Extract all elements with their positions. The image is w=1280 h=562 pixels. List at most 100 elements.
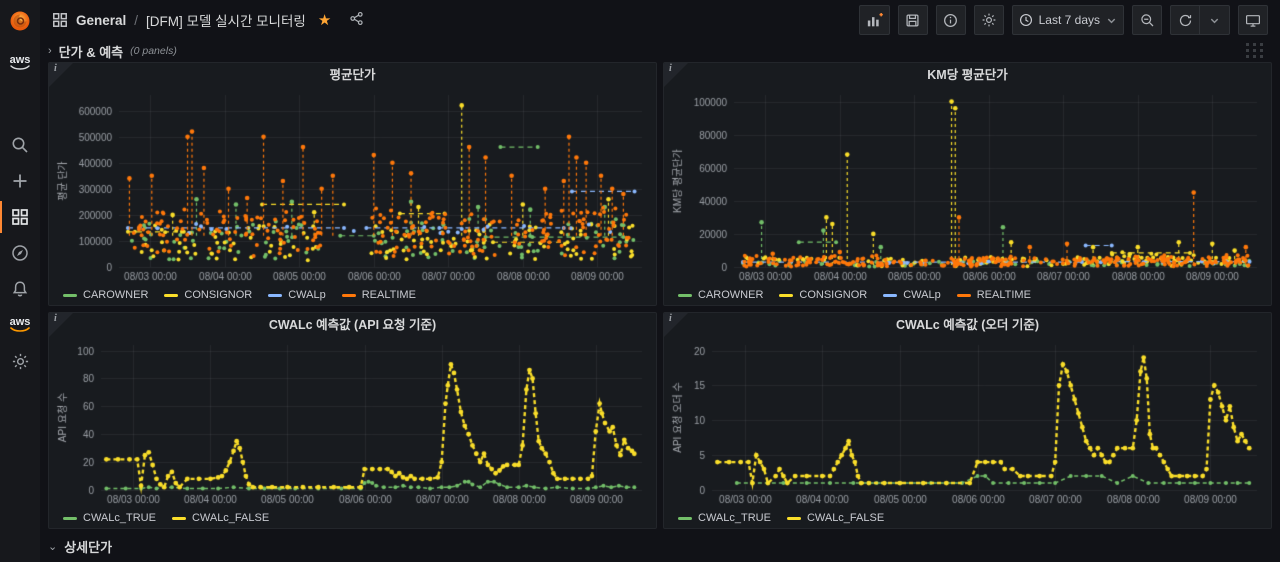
panel-title[interactable]: CWALc 예측값 (오더 기준) — [664, 313, 1271, 337]
chevron-down-icon — [1210, 18, 1219, 23]
monitor-icon — [1246, 14, 1260, 27]
sidebar-item-alerting[interactable] — [0, 272, 40, 306]
legend-swatch — [63, 293, 77, 297]
save-dashboard-button[interactable] — [897, 5, 928, 35]
add-panel-button[interactable] — [858, 5, 890, 35]
legend-item[interactable]: REALTIME — [341, 289, 416, 301]
legend-item[interactable]: CWALc_FALSE — [786, 512, 885, 524]
gear-icon — [982, 13, 996, 27]
legend-item[interactable]: CWALp — [268, 289, 326, 301]
refresh-dashboard-button[interactable] — [1170, 5, 1200, 35]
panel-legend: CWALc_TRUE CWALc_FALSE — [49, 508, 656, 528]
dashboard-grid-icon — [53, 13, 67, 27]
timeseries-plot[interactable] — [55, 87, 652, 285]
row-collapse-chevron: › — [48, 45, 52, 57]
legend-label: CWALp — [288, 289, 326, 301]
panel-avg-price-per-km: i KM당 평균단가 CAROWNER CONSIGNOR CWALp REALTIM… — [663, 62, 1272, 306]
panel-legend: CWALc_TRUE CWALc_FALSE — [664, 508, 1271, 528]
legend-label: CAROWNER — [698, 289, 764, 301]
row-header-top[interactable]: › 단가 & 예측 (0 panels) — [48, 40, 1272, 62]
legend-item[interactable]: CAROWNER — [678, 289, 763, 301]
legend-label: CWALc_FALSE — [806, 512, 885, 524]
legend-swatch — [341, 293, 356, 297]
breadcrumb-separator: / — [134, 12, 139, 28]
row-drag-handle[interactable] — [1246, 43, 1264, 58]
sidebar-item-configuration[interactable] — [0, 344, 40, 378]
legend-item[interactable]: CWALp — [883, 289, 941, 301]
zoom-out-time-button[interactable] — [1132, 5, 1162, 35]
breadcrumb-folder[interactable]: General — [76, 13, 126, 28]
sidebar-item-aws-bottom[interactable]: aws — [0, 308, 40, 342]
chevron-down-icon — [1107, 18, 1116, 23]
panel-info-corner[interactable]: i — [664, 63, 688, 87]
bell-icon — [12, 281, 28, 297]
legend-label: CWALc_TRUE — [83, 512, 156, 524]
star-icon[interactable]: ★ — [318, 11, 331, 29]
sidebar-item-create[interactable] — [0, 164, 40, 198]
sidebar-item-explore[interactable] — [0, 236, 40, 270]
panel-avg-price: i 평균단가 CAROWNER CONSIGNOR CWALp REALTIME — [48, 62, 657, 306]
row-title: 단가 & 예측 — [58, 44, 124, 60]
breadcrumb-dashboard-title[interactable]: [DFM] 모델 실시간 모니터링 — [146, 10, 306, 30]
panel-row-1: i 평균단가 CAROWNER CONSIGNOR CWALp REALTIME i … — [48, 62, 1272, 306]
legend-item[interactable]: CWALc_FALSE — [171, 512, 269, 524]
panel-title[interactable]: CWALc 예측값 (API 요청 기준) — [49, 313, 656, 337]
refresh-button-group — [1170, 5, 1230, 35]
panel-title[interactable]: 평균단가 — [49, 63, 656, 87]
compass-icon — [12, 245, 28, 261]
legend-item[interactable]: CONSIGNOR — [779, 289, 867, 301]
sidebar-item-search[interactable] — [0, 128, 40, 162]
zoom-out-icon — [1140, 13, 1153, 26]
panel-legend: CAROWNER CONSIGNOR CWALp REALTIME — [664, 285, 1271, 305]
dashboard-settings-button[interactable] — [973, 5, 1004, 35]
sidebar-item-dashboards[interactable] — [0, 200, 40, 234]
legend-label: CWALp — [903, 289, 941, 301]
save-icon — [906, 13, 919, 27]
aws-logo-icon: aws — [9, 55, 31, 71]
legend-item[interactable]: CWALc_TRUE — [678, 512, 771, 524]
refresh-icon — [1179, 14, 1191, 26]
time-range-label: Last 7 days — [1038, 13, 1100, 27]
legend-item[interactable]: CWALc_TRUE — [63, 512, 156, 524]
panel-title[interactable]: KM당 평균단가 — [664, 63, 1271, 87]
panel-legend: CAROWNER CONSIGNOR CWALp REALTIME — [49, 285, 656, 305]
timeseries-plot[interactable] — [55, 337, 652, 508]
dashboard-insights-button[interactable] — [935, 5, 966, 35]
legend-swatch — [164, 293, 179, 297]
panel-cwalc-api: i CWALc 예측값 (API 요청 기준) CWALc_TRUE CWALc_… — [48, 312, 657, 529]
panel-row-2: i CWALc 예측값 (API 요청 기준) CWALc_TRUE CWALc_… — [48, 312, 1272, 529]
grafana-logo[interactable] — [0, 4, 40, 38]
timeseries-plot[interactable] — [670, 87, 1267, 285]
dashboard-toolbar: Last 7 days — [858, 5, 1268, 35]
legend-item[interactable]: CAROWNER — [63, 289, 148, 301]
legend-swatch — [268, 293, 283, 297]
legend-swatch — [63, 516, 77, 520]
grafana-logo-icon — [10, 11, 30, 31]
legend-label: CAROWNER — [83, 289, 149, 301]
panel-info-corner[interactable]: i — [49, 313, 73, 337]
refresh-interval-dropdown[interactable] — [1200, 5, 1230, 35]
aws-logo-orange-icon: aws — [9, 317, 31, 333]
timeseries-plot[interactable] — [670, 337, 1267, 508]
legend-label: CWALc_TRUE — [698, 512, 771, 524]
sidebar-item-aws-top[interactable]: aws — [0, 46, 40, 80]
add-panel-icon — [867, 12, 883, 26]
panel-info-corner[interactable]: i — [664, 313, 688, 337]
grafana-dashboard: { "header": { "breadcrumb": {"section": … — [0, 0, 1280, 562]
info-circle-icon — [944, 13, 958, 27]
legend-swatch — [678, 516, 692, 520]
time-range-picker[interactable]: Last 7 days — [1011, 5, 1124, 35]
share-icon[interactable] — [349, 11, 364, 29]
legend-label: REALTIME — [976, 289, 1031, 301]
legend-item[interactable]: CONSIGNOR — [164, 289, 252, 301]
row-header-bottom[interactable]: ⌄ 상세단가 — [48, 535, 1272, 557]
panel-info-corner[interactable]: i — [49, 63, 73, 87]
legend-swatch — [956, 293, 971, 297]
search-icon — [12, 137, 28, 153]
top-navigation: General / [DFM] 모델 실시간 모니터링 ★ Last 7 day… — [40, 0, 1280, 40]
side-menu: aws aws — [0, 0, 40, 562]
row-expand-chevron: ⌄ — [48, 540, 58, 553]
cycle-view-mode-button[interactable] — [1238, 5, 1268, 35]
breadcrumb: General / [DFM] 모델 실시간 모니터링 ★ — [52, 10, 364, 30]
legend-item[interactable]: REALTIME — [956, 289, 1031, 301]
